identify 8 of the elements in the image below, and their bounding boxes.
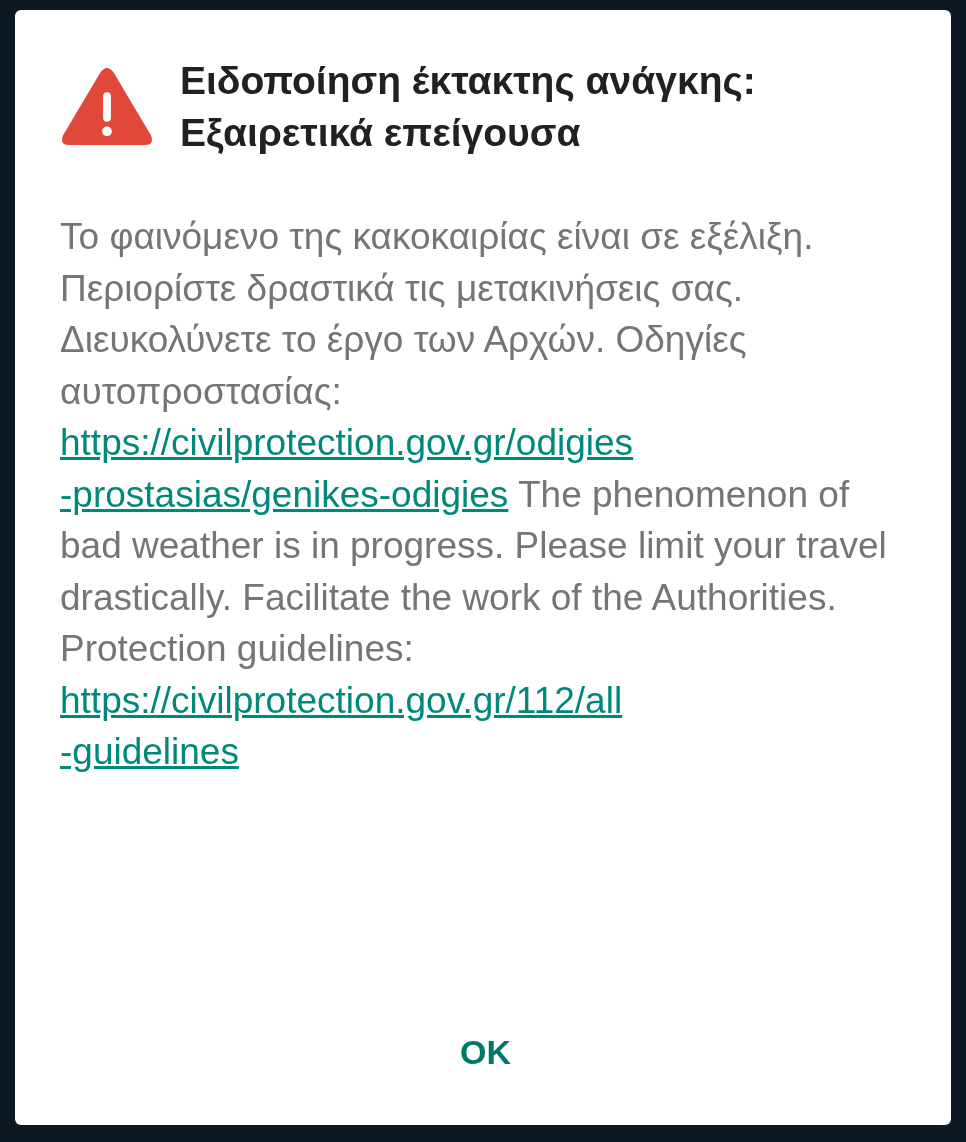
dialog-title: Ειδοποίηση έκτακτης ανάγκης: Εξαιρετικά επείγουσα xyxy=(180,58,756,156)
link[interactable]: -prostasias/genikes-odigies xyxy=(60,473,509,515)
alert-message: Το φαινόμενο της κακοκαιρίας είναι σε εξέλιξη. Περιορίστε δραστικά τις μετακινήσεις σας. Διευκολύνετε το έργο των Αρχών. Οδηγίες αυτοπροστασίας: https://civilprotection.gov.gr/odigies -prostasias/genikes-odigies The phenomenon of bad weather is in progress. Please limit your travel drastically. Facilitate the work of the Authorities. Protection guidelines: https://civilprotection.gov.gr/112/all -guidelines xyxy=(60,215,888,774)
ok-button[interactable]: OK xyxy=(444,1025,527,1080)
link[interactable]: -guidelines xyxy=(60,731,239,772)
link[interactable]: https://civilprotection.gov.gr/odigies xyxy=(60,422,634,463)
link[interactable]: https://civilprotection.gov.gr/112/all xyxy=(60,679,623,721)
warning-icon xyxy=(60,67,154,147)
